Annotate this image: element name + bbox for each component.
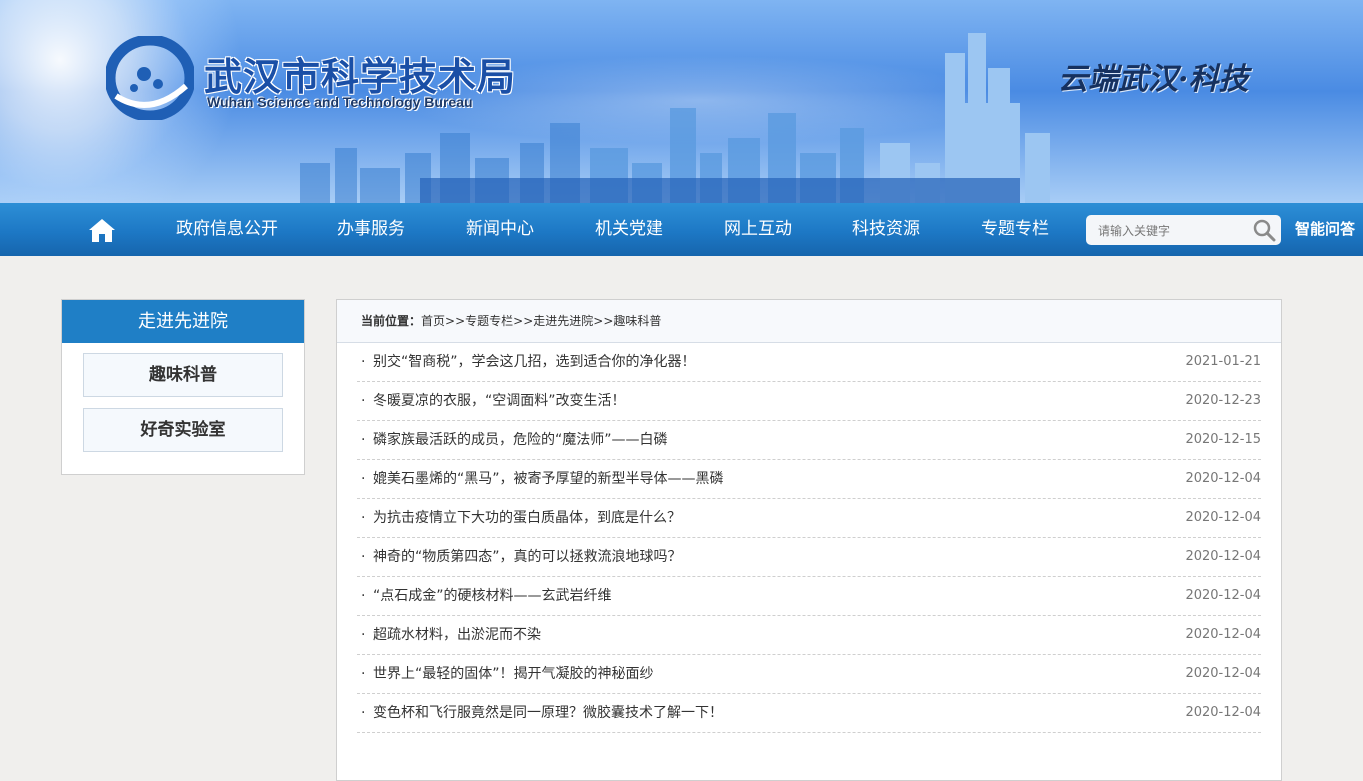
breadcrumb-advanced-institute[interactable]: 走进先进院: [533, 314, 593, 328]
bullet-icon: ·: [361, 471, 366, 487]
nav-item-topics[interactable]: 专题专栏: [981, 203, 1049, 256]
bullet-icon: ·: [361, 549, 366, 565]
breadcrumb-separator: >>: [445, 314, 466, 328]
article-date: 2020-12-04: [1185, 588, 1261, 603]
breadcrumb-home[interactable]: 首页: [421, 314, 445, 328]
header-banner: 武汉市科学技术局 Wuhan Science and Technology Bu…: [0, 0, 1363, 203]
bullet-icon: ·: [361, 510, 366, 526]
breadcrumb-separator: >>: [513, 314, 534, 328]
article-title[interactable]: 别交“智商税”，学会这几招，选到适合你的净化器！: [373, 343, 696, 381]
list-item: · 世界上“最轻的固体”！揭开气凝胶的神秘面纱 2020-12-04: [357, 655, 1261, 694]
bullet-icon: ·: [361, 354, 366, 370]
list-item: · 别交“智商税”，学会这几招，选到适合你的净化器！ 2021-01-21: [357, 343, 1261, 382]
list-item: · 为抗击疫情立下大功的蛋白质晶体，到底是什么？ 2020-12-04: [357, 499, 1261, 538]
home-icon[interactable]: [88, 217, 116, 243]
list-item: · 磷家族最活跃的成员，危险的“魔法师”——白磷 2020-12-15: [357, 421, 1261, 460]
list-item: · 超疏水材料，出淤泥而不染 2020-12-04: [357, 616, 1261, 655]
bullet-icon: ·: [361, 588, 366, 604]
article-title[interactable]: 世界上“最轻的固体”！揭开气凝胶的神秘面纱: [373, 655, 654, 693]
article-date: 2021-01-21: [1185, 354, 1261, 369]
list-item: · 神奇的“物质第四态”，真的可以拯救流浪地球吗？ 2020-12-04: [357, 538, 1261, 577]
article-title[interactable]: 媲美石墨烯的“黑马”，被寄予厚望的新型半导体——黑磷: [373, 460, 724, 498]
nav-item-resources[interactable]: 科技资源: [852, 203, 920, 256]
article-date: 2020-12-04: [1185, 627, 1261, 642]
article-title[interactable]: 磷家族最活跃的成员，危险的“魔法师”——白磷: [373, 421, 668, 459]
article-title[interactable]: 超疏水材料，出淤泥而不染: [373, 616, 541, 654]
breadcrumb-separator: >>: [593, 314, 614, 328]
sidebar: 走进先进院 趣味科普 好奇实验室: [61, 299, 305, 475]
list-item: · 冬暖夏凉的衣服，“空调面料”改变生活！ 2020-12-23: [357, 382, 1261, 421]
article-date: 2020-12-23: [1185, 393, 1261, 408]
nav-item-services[interactable]: 办事服务: [337, 203, 405, 256]
search-box: [1086, 215, 1281, 247]
sidebar-title: 走进先进院: [62, 300, 304, 343]
slogan-text: 云端武汉·科技: [1058, 62, 1249, 97]
article-date: 2020-12-15: [1185, 432, 1261, 447]
breadcrumb-current[interactable]: 趣味科普: [613, 314, 661, 328]
nav-item-gov-info[interactable]: 政府信息公开: [176, 203, 278, 256]
list-item: · “点石成金”的硬核材料——玄武岩纤维 2020-12-04: [357, 577, 1261, 616]
article-title[interactable]: 为抗击疫情立下大功的蛋白质晶体，到底是什么？: [373, 499, 681, 537]
logo-icon: [106, 36, 194, 120]
nav-item-party[interactable]: 机关党建: [595, 203, 663, 256]
article-date: 2020-12-04: [1185, 471, 1261, 486]
breadcrumb: 当前位置：首页>>专题专栏>>走进先进院>>趣味科普: [337, 300, 1281, 343]
list-item: · 媲美石墨烯的“黑马”，被寄予厚望的新型半导体——黑磷 2020-12-04: [357, 460, 1261, 499]
bullet-icon: ·: [361, 705, 366, 721]
org-name-en: Wuhan Science and Technology Bureau: [207, 94, 473, 110]
search-input[interactable]: [1096, 215, 1250, 247]
search-icon[interactable]: [1252, 218, 1276, 242]
article-date: 2020-12-04: [1185, 705, 1261, 720]
sidebar-item-curious-lab[interactable]: 好奇实验室: [83, 408, 283, 452]
article-title[interactable]: 神奇的“物质第四态”，真的可以拯救流浪地球吗？: [373, 538, 682, 576]
bullet-icon: ·: [361, 432, 366, 448]
main-content: 当前位置：首页>>专题专栏>>走进先进院>>趣味科普 · 别交“智商税”，学会这…: [336, 299, 1282, 781]
breadcrumb-label: 当前位置：: [361, 314, 422, 328]
article-date: 2020-12-04: [1185, 510, 1261, 525]
article-title[interactable]: “点石成金”的硬核材料——玄武岩纤维: [373, 577, 612, 615]
list-item: · 变色杯和飞行服竟然是同一原理？微胶囊技术了解一下！ 2020-12-04: [357, 694, 1261, 733]
bullet-icon: ·: [361, 627, 366, 643]
sidebar-item-fun-science[interactable]: 趣味科普: [83, 353, 283, 397]
smart-qa-link[interactable]: 智能问答: [1295, 203, 1355, 256]
article-date: 2020-12-04: [1185, 666, 1261, 681]
nav-item-news[interactable]: 新闻中心: [466, 203, 534, 256]
bullet-icon: ·: [361, 393, 366, 409]
article-date: 2020-12-04: [1185, 549, 1261, 564]
article-title[interactable]: 变色杯和飞行服竟然是同一原理？微胶囊技术了解一下！: [373, 694, 723, 732]
org-name-cn: 武汉市科学技术局: [204, 55, 517, 99]
bullet-icon: ·: [361, 666, 366, 682]
article-title[interactable]: 冬暖夏凉的衣服，“空调面料”改变生活！: [373, 382, 626, 420]
article-list: · 别交“智商税”，学会这几招，选到适合你的净化器！ 2021-01-21 · …: [357, 343, 1261, 733]
breadcrumb-topics[interactable]: 专题专栏: [465, 314, 513, 328]
nav-item-interaction[interactable]: 网上互动: [724, 203, 792, 256]
main-nav: 政府信息公开 办事服务 新闻中心 机关党建 网上互动 科技资源 专题专栏 智能问…: [0, 203, 1363, 256]
